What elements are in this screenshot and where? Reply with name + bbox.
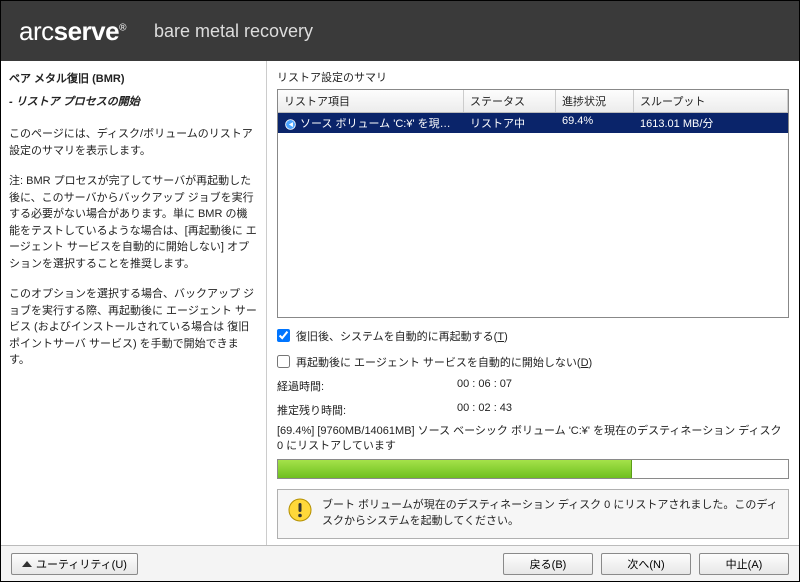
- left-para-1: このページには、ディスク/ボリュームのリストア設定のサマリを表示します。: [9, 126, 258, 159]
- checkbox-auto-reboot-input[interactable]: [277, 329, 290, 342]
- col-status[interactable]: ステータス: [464, 90, 556, 112]
- brand-logo: arcserve®: [19, 16, 126, 47]
- checkbox-no-agent-start[interactable]: 再起動後に エージェント サービスを自動的に開始しない(D): [277, 354, 789, 370]
- disk-icon: [284, 118, 297, 131]
- checkbox-auto-reboot[interactable]: 復旧後、システムを自動的に再起動する(T): [277, 328, 789, 344]
- right-panel: リストア設定のサマリ リストア項目 ステータス 進捗状況 スループット ソース …: [267, 61, 799, 545]
- utility-button[interactable]: ユーティリティ(U): [11, 553, 138, 575]
- left-panel: ベア メタル復旧 (BMR) - リストア プロセスの開始 このページには、ディ…: [1, 61, 267, 545]
- progress-bar: [277, 459, 789, 479]
- checkbox-no-agent-start-label: 再起動後に エージェント サービスを自動的に開始しない(D): [296, 354, 592, 370]
- utility-label: ユーティリティ(U): [36, 556, 127, 572]
- summary-label: リストア設定のサマリ: [277, 69, 789, 85]
- left-para-2: 注: BMR プロセスが完了してサーバが再起動した後に、このサーバからバックアッ…: [9, 173, 258, 272]
- table-header: リストア項目 ステータス 進捗状況 スループット: [278, 90, 788, 113]
- warning-icon: [288, 498, 312, 522]
- remaining-label: 推定残り時間:: [277, 402, 457, 418]
- status-line: [69.4%] [9760MB/14061MB] ソース ベーシック ボリューム…: [277, 424, 789, 455]
- summary-table: リストア項目 ステータス 進捗状況 スループット ソース ボリューム 'C:¥'…: [277, 89, 789, 318]
- col-throughput[interactable]: スループット: [634, 90, 788, 112]
- elapsed-label: 経過時間:: [277, 378, 457, 394]
- page-subtitle: - リストア プロセスの開始: [9, 94, 258, 111]
- notice-text: ブート ボリュームが現在のデスティネーション ディスク 0 にリストアされました…: [322, 498, 778, 530]
- registered-mark: ®: [119, 22, 126, 33]
- back-button[interactable]: 戻る(B): [503, 553, 593, 575]
- notice-box: ブート ボリュームが現在のデスティネーション ディスク 0 にリストアされました…: [277, 489, 789, 539]
- left-para-3: このオプションを選択する場合、バックアップ ジョブを実行する際、再起動後に エー…: [9, 286, 258, 369]
- cell-item: ソース ボリューム 'C:¥' を現在のデスティネ...: [278, 113, 464, 133]
- checkbox-auto-reboot-label: 復旧後、システムを自動的に再起動する(T): [296, 328, 508, 344]
- page-title: ベア メタル復旧 (BMR): [9, 71, 258, 88]
- progress-fill: [278, 460, 632, 478]
- cell-progress: 69.4%: [556, 113, 634, 133]
- chevron-up-icon: [22, 561, 32, 567]
- abort-button[interactable]: 中止(A): [699, 553, 789, 575]
- brand-light: arc: [19, 16, 54, 46]
- col-item[interactable]: リストア項目: [278, 90, 464, 112]
- header: arcserve® bare metal recovery: [1, 1, 799, 61]
- remaining-row: 推定残り時間: 00 : 02 : 43: [277, 402, 789, 418]
- app-window: arcserve® bare metal recovery ベア メタル復旧 (…: [0, 0, 800, 582]
- checkbox-no-agent-start-input[interactable]: [277, 355, 290, 368]
- brand-bold: serve: [54, 16, 119, 46]
- cell-status: リストア中: [464, 113, 556, 133]
- elapsed-value: 00 : 06 : 07: [457, 378, 512, 394]
- footer: ユーティリティ(U) 戻る(B) 次へ(N) 中止(A): [1, 545, 799, 581]
- table-row[interactable]: ソース ボリューム 'C:¥' を現在のデスティネ... リストア中 69.4%…: [278, 113, 788, 133]
- body: ベア メタル復旧 (BMR) - リストア プロセスの開始 このページには、ディ…: [1, 61, 799, 545]
- cell-throughput: 1613.01 MB/分: [634, 113, 788, 133]
- elapsed-row: 経過時間: 00 : 06 : 07: [277, 378, 789, 394]
- next-button[interactable]: 次へ(N): [601, 553, 691, 575]
- header-subtitle: bare metal recovery: [154, 21, 313, 42]
- col-progress[interactable]: 進捗状況: [556, 90, 634, 112]
- cell-item-text: ソース ボリューム 'C:¥' を現在のデスティネ...: [300, 118, 464, 130]
- remaining-value: 00 : 02 : 43: [457, 402, 512, 418]
